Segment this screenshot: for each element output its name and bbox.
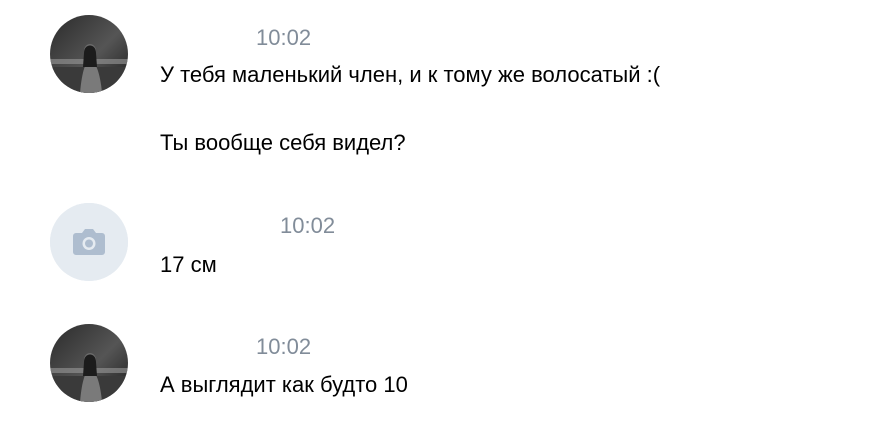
sender-avatar[interactable] [50,324,128,402]
message-text: Ты вообще себя видел? [160,130,406,155]
message-time: 10:02 [280,213,336,238]
message-text: У тебя маленький член, и к тому же волос… [160,62,661,87]
user-photo-avatar [50,15,128,93]
message-time: 10:02 [256,334,312,359]
message-text: А выглядит как будто 10 [160,372,408,397]
message-time: 10:02 [256,25,312,50]
message-text: 17 см [160,252,217,277]
user-photo-avatar [50,324,128,402]
sender-avatar[interactable] [50,15,128,93]
camera-placeholder-icon [50,203,128,281]
sender-avatar[interactable] [50,203,128,281]
